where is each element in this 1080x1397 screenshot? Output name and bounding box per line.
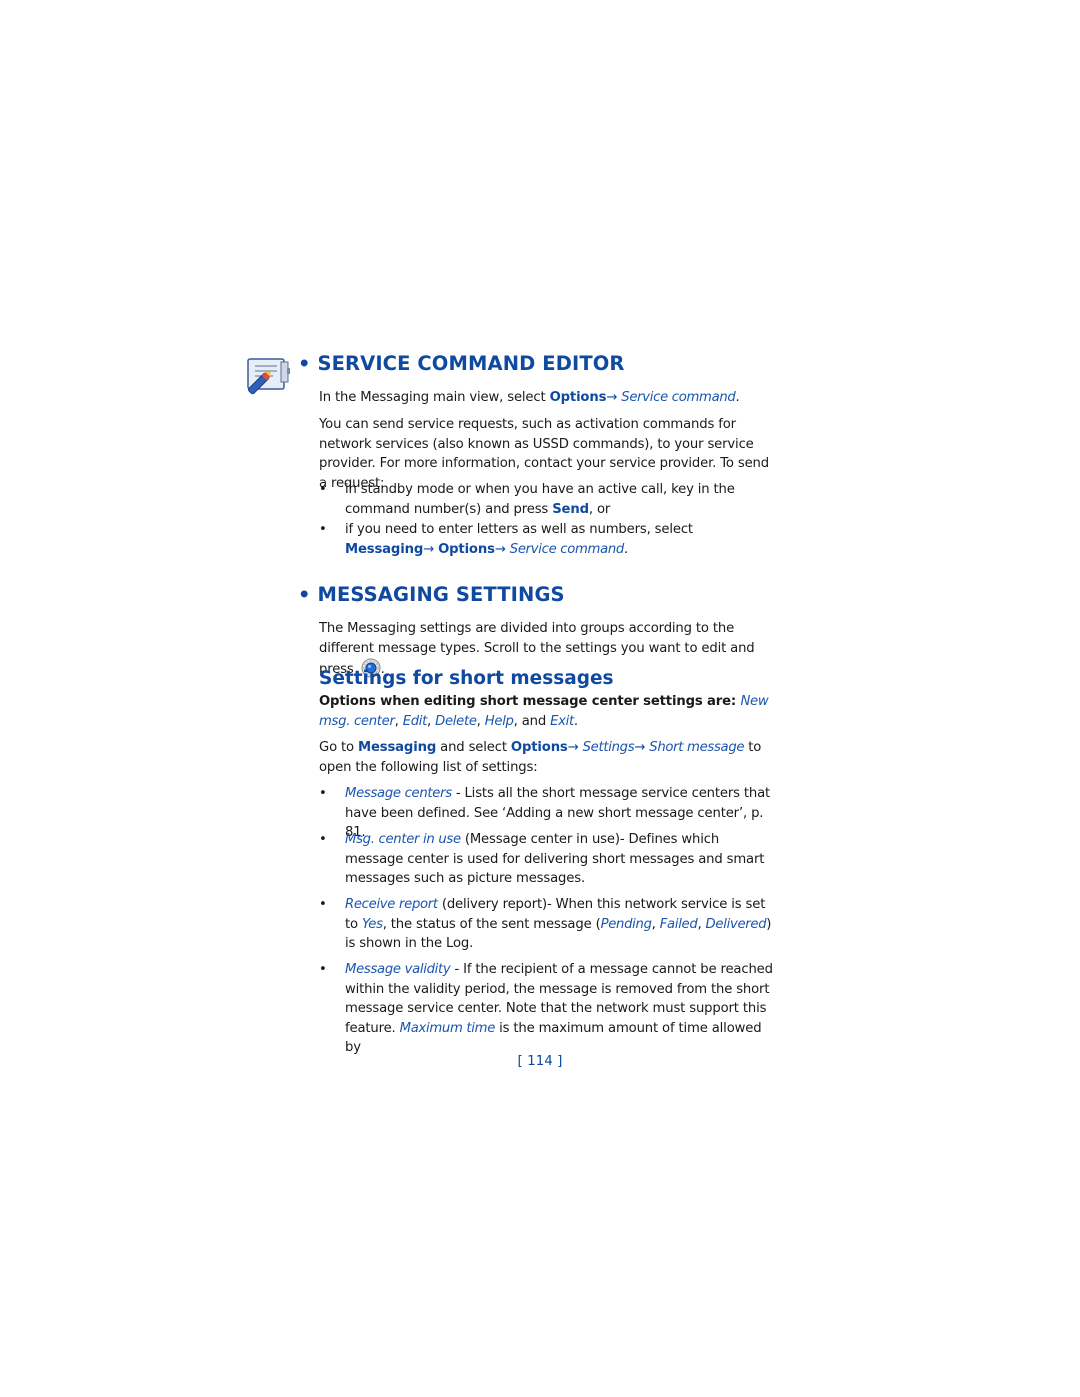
subsection-heading-short-messages: Settings for short messages — [319, 668, 614, 689]
section-heading-service-command-editor: • SERVICE COMMAND EDITOR — [298, 352, 625, 375]
option-help: Help — [484, 713, 514, 729]
options-menu-ref: Options — [510, 740, 568, 755]
service-command-ref: Service command — [509, 541, 625, 557]
option-edit: Edit — [402, 713, 428, 729]
options-menu-ref: Options — [438, 541, 495, 557]
short-message-ref: Short message — [649, 740, 745, 755]
setting-name: Receive report — [345, 897, 438, 912]
option-delete: Delete — [435, 713, 477, 729]
setting-name: Message validity — [345, 962, 451, 977]
setting-name: Message centers — [345, 786, 452, 801]
sms-center-options-paragraph: Options when editing short message cente… — [319, 694, 769, 729]
messaging-menu-ref: Messaging — [358, 740, 437, 755]
setting-name: Msg. center in use — [345, 832, 461, 847]
intro-paragraph: In the Messaging main view, select Optio… — [319, 390, 740, 405]
list-item: • in standby mode or when you have an ac… — [319, 482, 735, 517]
goto-settings-paragraph: Go to Messaging and select Options→ Sett… — [319, 740, 762, 775]
page-number: [ 114 ] — [517, 1053, 563, 1069]
option-exit: Exit — [550, 713, 574, 729]
manual-page: • SERVICE COMMAND EDITOR In the Messagin… — [0, 0, 1080, 1397]
options-menu-ref: Options — [549, 390, 607, 405]
service-command-ref: Service command — [621, 390, 736, 405]
section-heading-messaging-settings: • MESSAGING SETTINGS — [298, 583, 565, 606]
list-item: • Receive report (delivery report)- When… — [319, 897, 772, 951]
service-command-editor-icon — [247, 358, 290, 395]
list-item: • Msg. center in use (Message center in … — [319, 832, 765, 886]
send-key-ref: Send — [552, 501, 589, 517]
settings-ref: Settings — [582, 740, 635, 755]
list-item: • Message validity - If the recipient of… — [319, 962, 773, 1055]
list-item: • if you need to enter letters as well a… — [319, 522, 693, 557]
messaging-menu-ref: Messaging — [345, 541, 424, 557]
